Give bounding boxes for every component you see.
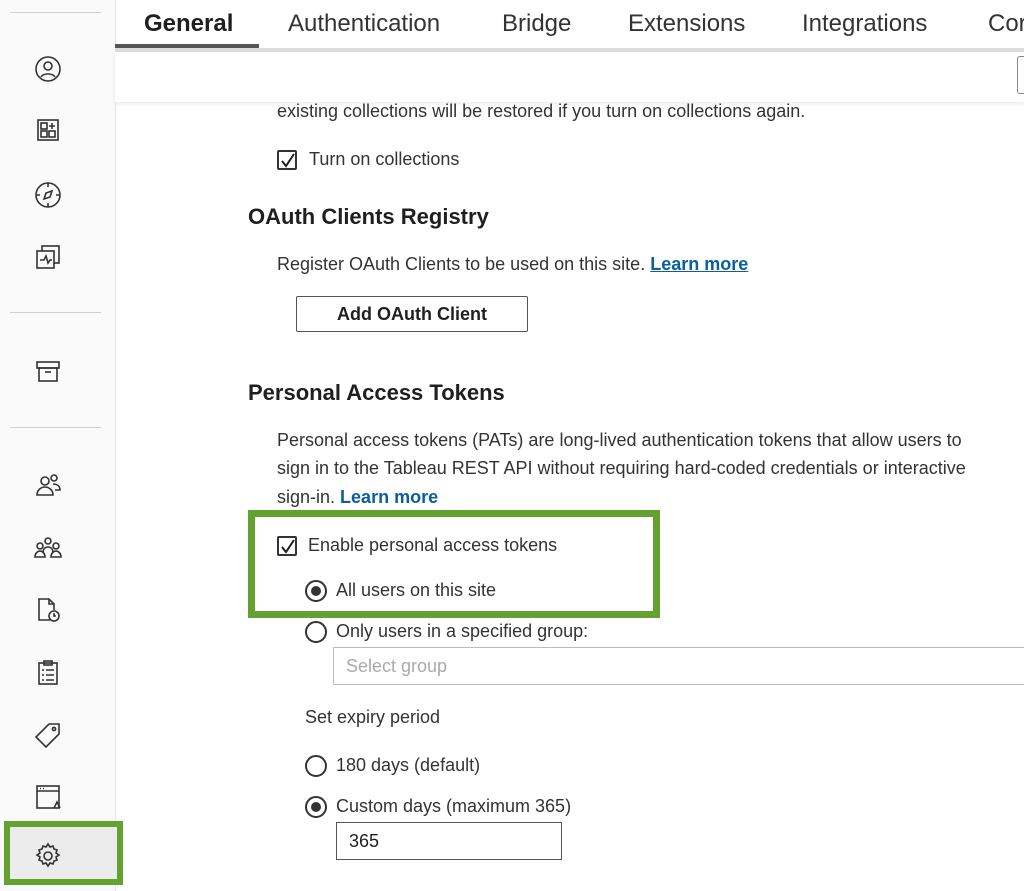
group-users-radio[interactable] bbox=[305, 621, 327, 643]
expiry-default-label: 180 days (default) bbox=[336, 755, 481, 775]
collections-note: existing collections will be restored if… bbox=[277, 101, 806, 121]
action-bar bbox=[115, 52, 1024, 102]
enable-pat-label: Enable personal access tokens bbox=[308, 535, 558, 555]
tab-general[interactable]: General bbox=[144, 10, 233, 38]
oauth-title: OAuth Clients Registry bbox=[248, 204, 489, 229]
expiry-custom-radio[interactable] bbox=[305, 796, 327, 818]
user-icon[interactable] bbox=[30, 51, 66, 87]
schedule-icon[interactable] bbox=[30, 592, 66, 628]
groups-icon[interactable] bbox=[30, 530, 66, 566]
recents-icon[interactable] bbox=[30, 239, 66, 275]
tab-extensions[interactable]: Extensions bbox=[628, 10, 745, 38]
tab-authentication[interactable]: Authentication bbox=[288, 10, 440, 38]
oauth-description-text: Register OAuth Clients to be used on thi… bbox=[277, 254, 646, 274]
collections-checkbox-label: Turn on collections bbox=[309, 149, 460, 169]
expiry-title: Set expiry period bbox=[305, 707, 441, 727]
tasks-icon[interactable] bbox=[30, 655, 66, 691]
pat-description-text: sign-in. bbox=[277, 487, 336, 507]
group-select[interactable]: Select group bbox=[333, 647, 1024, 685]
pat-description-line1: Personal access tokens (PATs) are long-l… bbox=[277, 430, 962, 450]
explore-icon[interactable] bbox=[30, 177, 66, 213]
tab-integrations[interactable]: Integrations bbox=[802, 10, 927, 38]
sidebar bbox=[0, 0, 123, 891]
site-status-icon[interactable] bbox=[30, 779, 66, 815]
pat-description-line3: sign-in. Learn more bbox=[277, 483, 438, 511]
sidebar-divider bbox=[10, 427, 101, 428]
archive-icon[interactable] bbox=[30, 353, 66, 389]
oauth-learn-more-link[interactable]: Learn more bbox=[650, 254, 748, 274]
tab-connectivity[interactable]: Cor bbox=[988, 10, 1024, 38]
pat-title: Personal Access Tokens bbox=[248, 380, 505, 405]
tag-icon[interactable] bbox=[30, 717, 66, 753]
oauth-description: Register OAuth Clients to be used on thi… bbox=[277, 250, 748, 278]
tab-bridge[interactable]: Bridge bbox=[502, 10, 571, 38]
gear-icon[interactable] bbox=[30, 838, 66, 874]
custom-days-input[interactable] bbox=[336, 822, 562, 860]
active-tab-indicator bbox=[115, 44, 259, 48]
sidebar-divider bbox=[10, 312, 101, 313]
expiry-default-radio[interactable] bbox=[305, 755, 327, 777]
add-oauth-client-button[interactable]: Add OAuth Client bbox=[296, 296, 528, 332]
all-users-radio[interactable] bbox=[305, 580, 327, 602]
group-select-placeholder: Select group bbox=[346, 656, 448, 676]
pat-description-line2: sign in to the Tableau REST API without … bbox=[277, 458, 966, 478]
all-users-label: All users on this site bbox=[336, 580, 497, 600]
enable-pat-checkbox[interactable] bbox=[277, 536, 297, 556]
add-content-icon[interactable] bbox=[30, 112, 66, 148]
group-users-label: Only users in a specified group: bbox=[336, 621, 589, 641]
pat-learn-more-link[interactable]: Learn more bbox=[340, 487, 438, 507]
action-button[interactable] bbox=[1017, 56, 1024, 94]
collections-checkbox[interactable] bbox=[277, 150, 297, 170]
settings-tabs: General Authentication Bridge Extensions… bbox=[115, 0, 1024, 52]
sidebar-divider bbox=[10, 12, 101, 13]
users-icon[interactable] bbox=[30, 467, 66, 503]
expiry-custom-label: Custom days (maximum 365) bbox=[336, 796, 572, 816]
